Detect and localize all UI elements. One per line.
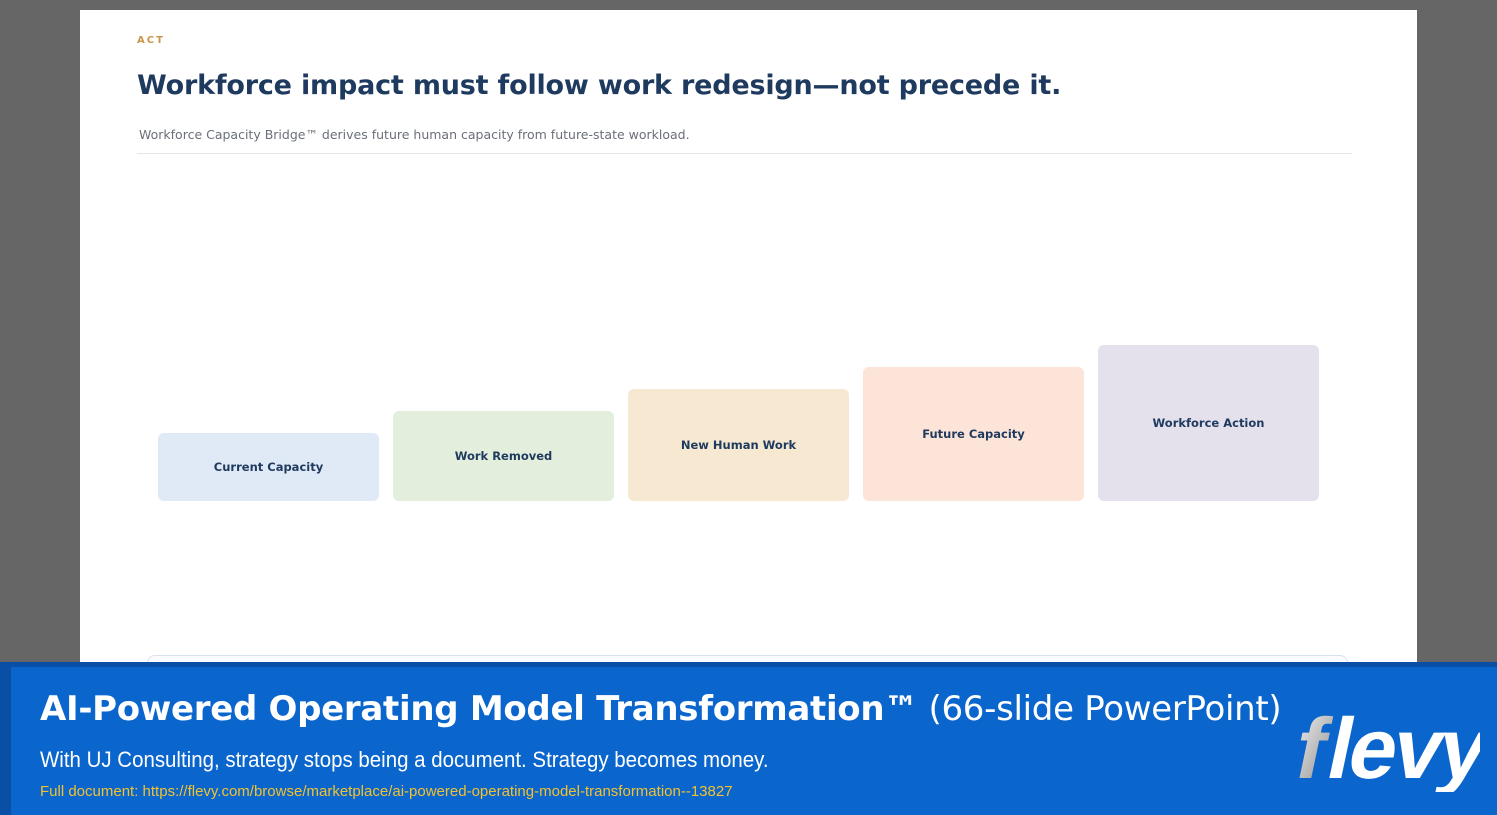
bridge-step-work-removed: Work Removed <box>393 411 614 501</box>
bridge-step-new-human-work: New Human Work <box>628 389 849 501</box>
bridge-step-future-capacity: Future Capacity <box>863 367 1084 501</box>
full-document-link[interactable]: Full document: https://flevy.com/browse/… <box>40 783 733 800</box>
title-divider <box>137 153 1352 154</box>
bridge-step-workforce-action: Workforce Action <box>1098 345 1319 501</box>
banner-top-strip <box>0 662 1497 667</box>
svg-text:levy: levy <box>1319 701 1480 792</box>
slide-subtitle: Workforce Capacity Bridge™ derives futur… <box>139 127 690 142</box>
section-eyebrow: ACT <box>137 35 165 46</box>
banner-left-strip <box>0 662 11 815</box>
promo-banner: AI-Powered Operating Model Transformatio… <box>0 662 1497 815</box>
slide-title: Workforce impact must follow work redesi… <box>137 70 1062 101</box>
bridge-step-current-capacity: Current Capacity <box>158 433 379 501</box>
banner-title-format: (66-slide PowerPoint) <box>917 689 1282 729</box>
banner-title-main: AI-Powered Operating Model Transformatio… <box>40 689 918 729</box>
banner-title: AI-Powered Operating Model Transformatio… <box>40 689 1282 729</box>
banner-tagline: With UJ Consulting, strategy stops being… <box>40 747 769 772</box>
flevy-logo[interactable]: f levy <box>1288 700 1480 792</box>
